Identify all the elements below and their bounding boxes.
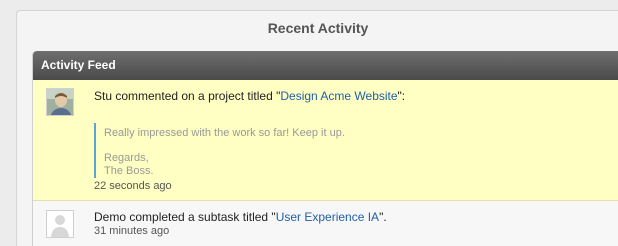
- quote-mark: ".: [379, 210, 387, 224]
- avatar[interactable]: [46, 88, 74, 116]
- activity-prefix: Demo completed a subtask titled: [94, 210, 272, 224]
- activity-text: Demo completed a subtask titled "User Ex…: [94, 210, 387, 224]
- comment-line: Regards,: [104, 152, 149, 164]
- comment-line: The Boss.: [104, 165, 154, 177]
- comment-line: Really impressed with the work so far! K…: [104, 127, 345, 139]
- activity-text: Stu commented on a project titled "Desig…: [94, 89, 405, 103]
- avatar[interactable]: [46, 210, 74, 238]
- comment-quote: Really impressed with the work so far! K…: [94, 123, 404, 178]
- feed-item: Stu commented on a project titled "Desig…: [33, 80, 618, 201]
- subtask-link[interactable]: User Experience IA: [276, 210, 379, 224]
- feed-item: Demo completed a subtask titled "User Ex…: [33, 201, 618, 246]
- default-user-icon: [47, 211, 73, 237]
- page-title: Recent Activity: [267, 20, 369, 36]
- activity-panel: Recent Activity Activity Feed Stu commen…: [16, 10, 618, 246]
- activity-feed: Activity Feed Stu commented on a project…: [32, 51, 618, 246]
- timestamp: 22 seconds ago: [94, 180, 172, 192]
- feed-header: Activity Feed: [33, 51, 618, 80]
- project-link[interactable]: Design Acme Website: [280, 89, 397, 103]
- timestamp: 31 minutes ago: [94, 225, 170, 237]
- quote-mark: ":: [397, 89, 406, 103]
- activity-prefix: Stu commented on a project titled: [94, 89, 277, 103]
- user-photo-icon: [47, 89, 73, 115]
